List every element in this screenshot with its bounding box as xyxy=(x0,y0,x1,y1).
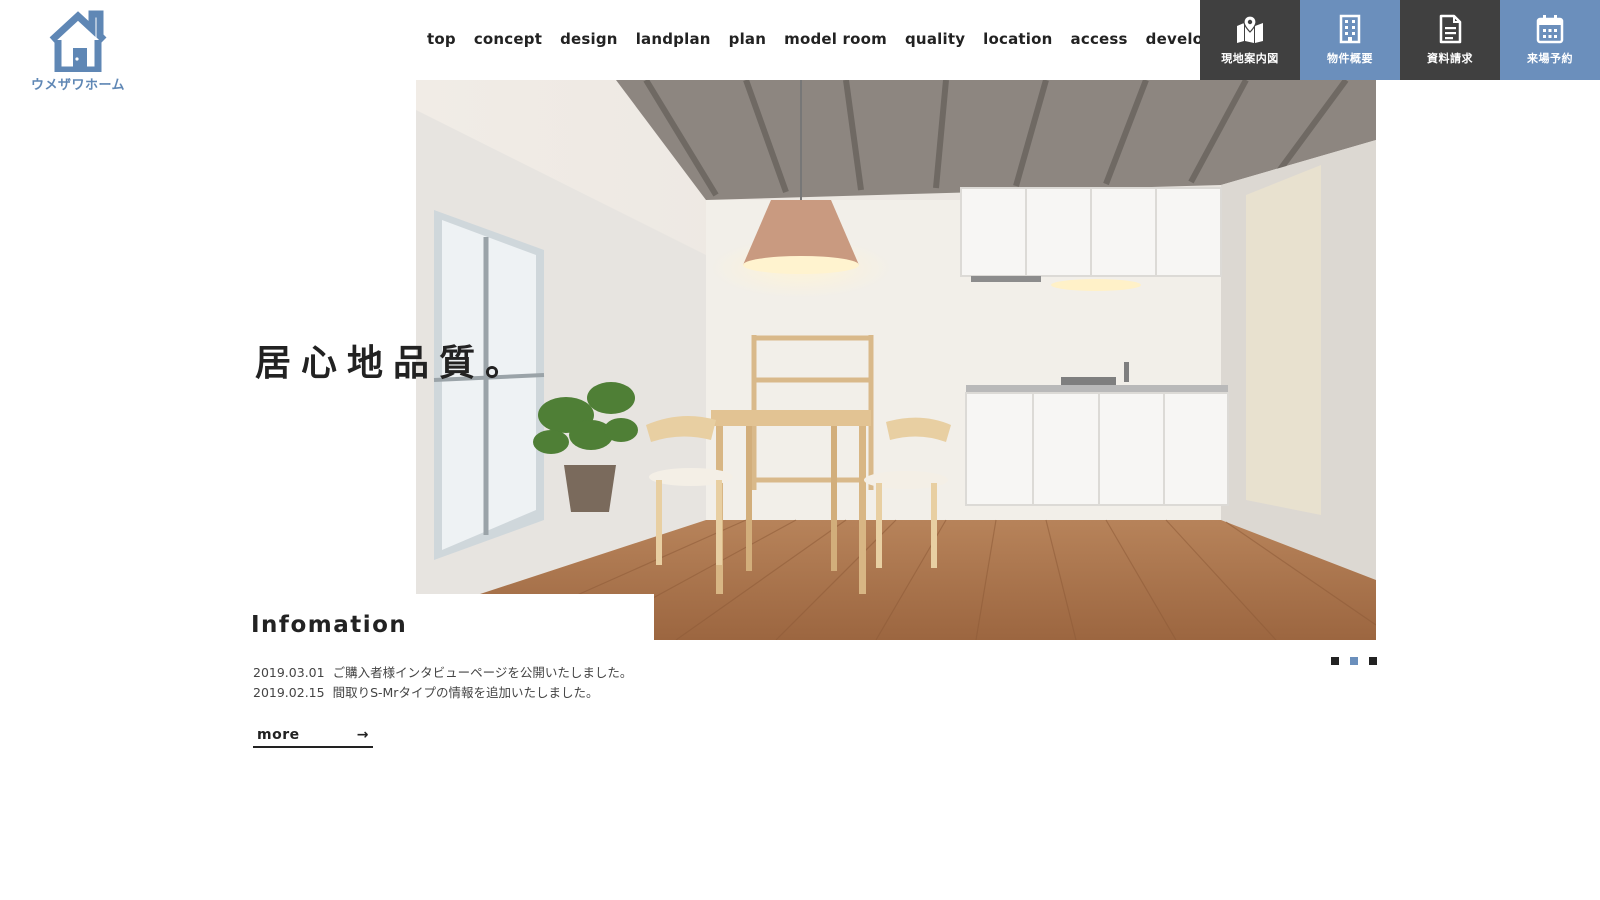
more-label: more xyxy=(257,727,300,743)
nav-landplan[interactable]: landplan xyxy=(636,30,711,52)
property-overview-label: 物件概要 xyxy=(1327,52,1373,65)
info-panel-background xyxy=(416,594,654,660)
arrow-right-icon: → xyxy=(356,727,369,743)
slider-dot-3[interactable] xyxy=(1369,657,1377,665)
nav-plan[interactable]: plan xyxy=(729,30,766,52)
nav-model-room[interactable]: model room xyxy=(784,30,887,52)
news-item[interactable]: 2019.02.15 間取りS-Mrタイプの情報を追加いたしました。 xyxy=(253,683,632,703)
news-text: 間取りS-Mrタイプの情報を追加いたしました。 xyxy=(332,685,599,700)
request-document-label: 資料請求 xyxy=(1427,52,1473,65)
interior-photo xyxy=(416,80,1376,640)
brand-name: ウメザワホーム xyxy=(30,78,126,93)
nav-top[interactable]: top xyxy=(427,30,456,52)
map-pin-icon xyxy=(1237,15,1263,43)
house-logo-icon xyxy=(49,10,107,72)
news-list: 2019.03.01 ご購入者様インタビューページを公開いたしました。 2019.… xyxy=(253,663,632,703)
document-icon xyxy=(1439,14,1462,44)
nav-design[interactable]: design xyxy=(560,30,618,52)
news-item[interactable]: 2019.03.01 ご購入者様インタビューページを公開いたしました。 xyxy=(253,663,632,683)
property-overview-button[interactable]: 物件概要 xyxy=(1300,0,1400,80)
slider-pagination xyxy=(1331,657,1377,665)
hero-image xyxy=(416,80,1376,640)
site-logo[interactable]: ウメザワホーム xyxy=(26,10,130,96)
global-nav: top concept design landplan plan model r… xyxy=(427,30,1241,52)
info-title: Infomation xyxy=(251,612,408,638)
nav-concept[interactable]: concept xyxy=(474,30,542,52)
visit-reservation-button[interactable]: 来場予約 xyxy=(1500,0,1600,80)
request-document-button[interactable]: 資料請求 xyxy=(1400,0,1500,80)
action-bar: 現地案内図 物件概要 資料請求 来場予約 xyxy=(1200,0,1600,80)
more-link[interactable]: more → xyxy=(253,724,373,748)
hero-catchcopy: 居心地品質。 xyxy=(255,342,532,384)
calendar-icon xyxy=(1536,15,1564,44)
slider-dot-1[interactable] xyxy=(1331,657,1339,665)
news-date: 2019.02.15 xyxy=(253,685,325,700)
news-text: ご購入者様インタビューページを公開いたしました。 xyxy=(332,665,633,680)
news-date: 2019.03.01 xyxy=(253,665,325,680)
slider-dot-2[interactable] xyxy=(1350,657,1358,665)
site-map-label: 現地案内図 xyxy=(1221,52,1279,65)
nav-access[interactable]: access xyxy=(1071,30,1128,52)
nav-quality[interactable]: quality xyxy=(905,30,965,52)
visit-reservation-label: 来場予約 xyxy=(1527,52,1573,65)
building-icon xyxy=(1339,14,1361,44)
nav-location[interactable]: location xyxy=(983,30,1052,52)
site-map-button[interactable]: 現地案内図 xyxy=(1200,0,1300,80)
